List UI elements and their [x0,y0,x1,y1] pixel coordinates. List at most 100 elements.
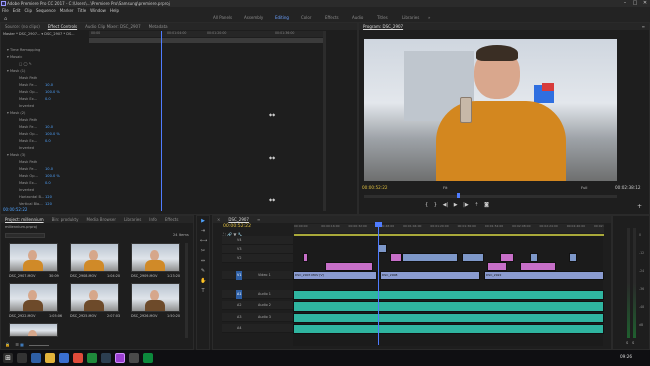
effect-row[interactable]: Mask Ex... 0.0 [3,139,273,144]
effect-row-value[interactable]: 10.0 [45,125,53,130]
clip-thumbnail[interactable] [70,283,119,312]
effect-row-value[interactable]: 120 [45,202,52,207]
program-scrub-bar[interactable] [364,195,617,198]
effect-row-value[interactable]: 10.0 [45,83,53,88]
video-clip[interactable] [530,253,538,262]
effect-row-value[interactable]: 100.0 % [45,90,60,95]
program-playhead[interactable] [457,193,460,198]
taskview-icon[interactable] [17,353,27,363]
clip-thumbnail[interactable] [70,243,119,272]
lift-icon[interactable]: ⇡ [474,202,478,208]
ec-timecode[interactable]: 00:00:52:22 [3,207,27,212]
keyframe-icon[interactable]: ◆◆ [269,197,275,202]
effect-row-value[interactable]: 100.0 % [45,132,60,137]
tab-sequence[interactable]: DSC_2907 [224,216,253,223]
effect-row[interactable]: ▾ Mosaic [3,55,273,60]
effect-row[interactable]: ▾ Mask (3) [3,153,273,158]
menu-window[interactable]: Window [90,8,106,13]
program-timecode[interactable]: 00:00:52:22 [362,185,388,190]
list-view-icon[interactable]: ☰ [15,342,19,347]
audio-clip[interactable] [293,290,604,300]
track-id[interactable]: V4 [236,236,242,245]
workspace-more[interactable]: » [428,14,430,22]
step-back-icon[interactable]: ◀| [443,202,449,208]
track-id[interactable]: V3 [236,245,242,254]
effect-row-value[interactable]: 120 [45,195,52,200]
clip-thumbnail[interactable] [131,283,180,312]
workspace-color[interactable]: Color [301,14,311,22]
minimize-button[interactable]: – [620,0,630,7]
edge-icon[interactable] [31,353,41,363]
video-clip[interactable] [325,262,373,271]
tab-source[interactable]: Source: (no clips) [1,23,44,30]
effect-row-value[interactable]: 10.0 [45,167,53,172]
track-id[interactable]: A3 [236,313,242,322]
pen-tool-icon[interactable]: ✎ [200,268,206,274]
effect-row[interactable]: Inverted [3,146,273,151]
track-id[interactable]: A1 [236,290,243,299]
tab-audio-clip-mixer[interactable]: Audio Clip Mixer: DSC_2907 [81,23,145,30]
effect-row[interactable]: Mask Path [3,76,273,81]
effect-row-value[interactable]: 0.0 [45,97,51,102]
effect-row[interactable]: Mask Path [3,160,273,165]
solo-button[interactable]: S [626,341,628,345]
workspace-titles[interactable]: Titles [377,14,388,22]
app-icon[interactable] [129,353,139,363]
quality-select[interactable]: Full [581,185,588,190]
tab-project[interactable]: Project: millennium [1,216,48,223]
track-id[interactable]: V1 [236,271,243,280]
audio-clip[interactable] [293,313,604,323]
menu-file[interactable]: File [2,8,9,13]
project-scrollbar[interactable] [185,243,188,338]
video-clip[interactable] [303,253,308,262]
menu-marker[interactable]: Marker [60,8,74,13]
effect-row[interactable]: ▾ Time Remapping [3,48,273,53]
effect-row[interactable]: Mask Fe... 10.0 [3,83,273,88]
clip-thumbnail[interactable] [131,243,180,272]
track-header-v1[interactable]: V1 Video 1 [222,271,293,280]
effect-row[interactable]: Mask Ex... 0.0 [3,181,273,186]
spotify-icon[interactable] [87,353,97,363]
program-menu-icon[interactable]: ≡ [642,23,645,30]
mark-out-icon[interactable]: } [434,202,437,208]
ec-scrollbar[interactable] [323,31,326,211]
track-header-v2[interactable]: V2 [222,254,293,263]
track-header-v3[interactable]: V3 [222,245,293,254]
tab-media-browser[interactable]: Media Browser [83,216,121,223]
clip-thumbnail[interactable] [9,243,58,272]
clip-thumbnail[interactable] [9,283,58,312]
effect-row[interactable]: Vertical Blo... 120 [3,202,273,207]
chrome-icon[interactable] [73,353,83,363]
mark-in-icon[interactable]: { [425,202,428,208]
track-header-a4[interactable]: A4 [222,324,293,333]
menu-edit[interactable]: Edit [13,8,21,13]
timeline-menu-icon[interactable]: ≡ [253,216,264,223]
workspace-effects[interactable]: Effects [325,14,339,22]
tab-program[interactable]: Program: DSC_2907 [359,23,407,30]
track-header-v4[interactable]: V4 [222,236,293,245]
zoom-select[interactable]: Fit [443,185,447,190]
play-icon[interactable]: ▶ [454,202,458,208]
video-clip[interactable] [462,253,484,262]
selection-tool-icon[interactable]: ▶ [200,218,206,224]
effect-controls-ruler[interactable]: 00:00 00:01:04:00 00:01:20:00 00:01:36:0… [89,31,323,37]
effect-row[interactable]: Mask Op... 100.0 % [3,174,273,179]
video-clip[interactable]: DSC_2908 [380,271,480,280]
export-frame-icon[interactable]: ◙ [484,202,489,208]
maximize-button[interactable]: □ [630,0,640,7]
effect-row-value[interactable]: 0.0 [45,139,51,144]
audio-clip[interactable] [293,324,604,334]
keyframe-icon[interactable]: ◆◆ [269,155,275,160]
menu-clip[interactable]: Clip [24,8,32,13]
effect-row[interactable]: Mask Ex... 0.0 [3,97,273,102]
effect-row[interactable]: ▾ Mask (2) [3,111,273,116]
store-icon[interactable] [59,353,69,363]
effect-row[interactable]: □ ◯ ✎ [3,62,273,67]
track-id[interactable]: V2 [236,254,242,263]
project-search-input[interactable] [5,233,45,238]
effect-row[interactable]: ▾ Mask (1) [3,69,273,74]
hand-tool-icon[interactable]: ✋ [200,278,206,284]
zoom-slider[interactable] [29,344,50,346]
video-clip[interactable] [569,253,577,262]
lock-icon[interactable]: 🔒 [5,342,10,347]
